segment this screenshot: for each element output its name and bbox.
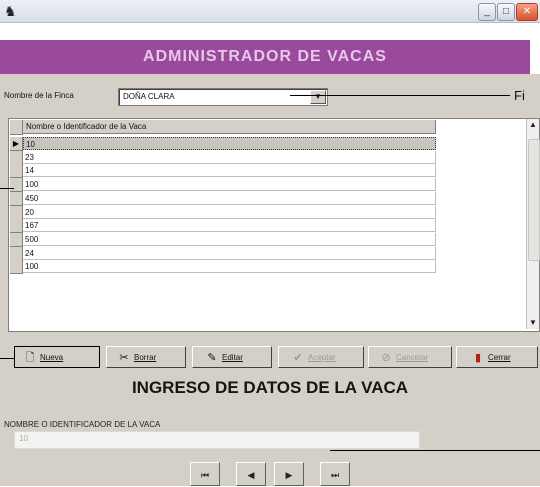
delete-icon: ✂ (119, 352, 129, 364)
scroll-thumb[interactable] (528, 139, 540, 261)
farm-name-select[interactable]: DOÑA CLARA ▼ (118, 88, 328, 106)
farm-name-label: Nombre de la Finca (4, 91, 74, 100)
grid-scrollbar[interactable]: ▲ ▼ (526, 119, 540, 329)
table-row[interactable]: 100 (23, 178, 436, 191)
close-form-button[interactable]: ▮ Cerrar (456, 346, 538, 368)
cow-name-value: 10 (19, 434, 28, 443)
close-button[interactable]: ✕ (516, 3, 538, 21)
table-row[interactable]: 14 (23, 164, 436, 177)
edit-button[interactable]: ✎ Editar (192, 346, 272, 368)
edit-icon: ✎ (207, 352, 217, 364)
door-icon: ▮ (474, 352, 482, 364)
cow-name-field[interactable]: 10 (14, 431, 420, 449)
row-indicator[interactable]: ▶ (10, 137, 23, 151)
cancel-icon: ⊘ (381, 352, 391, 364)
table-row[interactable]: 10 (23, 137, 436, 150)
check-icon: ✔ (293, 352, 303, 364)
row-indicator[interactable] (10, 192, 23, 206)
table-row[interactable]: 100 (23, 260, 436, 273)
farm-name-value: DOÑA CLARA (123, 92, 175, 101)
scroll-down-icon[interactable]: ▼ (527, 317, 539, 329)
table-row[interactable]: 167 (23, 219, 436, 232)
delete-button[interactable]: ✂ Borrar (106, 346, 186, 368)
window-titlebar (0, 0, 540, 23)
prev-record-icon[interactable]: ◀ (236, 462, 266, 486)
page-title: ADMINISTRADOR DE VACAS (0, 40, 530, 74)
row-indicator[interactable] (10, 233, 23, 247)
save-button[interactable]: ✔ Aceptar (278, 346, 364, 368)
callout-line (290, 95, 510, 96)
row-indicator[interactable] (10, 260, 23, 274)
record-navigator: ⏮ ◀ ▶ ⏭ (174, 462, 364, 486)
next-record-icon[interactable]: ▶ (274, 462, 304, 486)
last-record-icon[interactable]: ⏭ (320, 462, 350, 486)
row-indicator[interactable] (10, 178, 23, 192)
row-indicator[interactable] (10, 164, 23, 178)
callout-line-left-top (0, 188, 14, 189)
minimize-button[interactable]: _ (478, 3, 496, 21)
grid-column-header[interactable]: Nombre o Identificador de la Vaca (10, 120, 436, 134)
callout-line-left-bottom (0, 358, 14, 359)
cancel-button[interactable]: ⊘ Cancelar (368, 346, 452, 368)
callout-line-bottom (330, 450, 540, 451)
chevron-down-icon[interactable]: ▼ (310, 90, 326, 104)
new-button[interactable]: 🗋 Nueva (14, 346, 100, 368)
maximize-button[interactable]: □ (497, 3, 515, 21)
row-indicator[interactable] (10, 219, 23, 233)
table-row[interactable]: 500 (23, 233, 436, 246)
row-indicator[interactable] (10, 247, 23, 261)
table-row[interactable]: 20 (23, 206, 436, 219)
callout-label: Fi (514, 88, 525, 103)
table-row[interactable]: 24 (23, 247, 436, 260)
entry-title: INGRESO DE DATOS DE LA VACA (131, 378, 409, 397)
row-indicator[interactable] (10, 151, 23, 165)
table-row[interactable]: 450 (23, 192, 436, 205)
cow-name-label: NOMBRE O IDENTIFICADOR DE LA VACA (4, 420, 161, 429)
new-document-icon: 🗋 (25, 352, 35, 364)
grid-corner (10, 120, 23, 135)
first-record-icon[interactable]: ⏮ (190, 462, 220, 486)
scroll-up-icon[interactable]: ▲ (527, 119, 539, 131)
horse-icon: ♞ (4, 3, 17, 19)
table-row[interactable]: 23 (23, 151, 436, 164)
row-indicator[interactable] (10, 206, 23, 220)
